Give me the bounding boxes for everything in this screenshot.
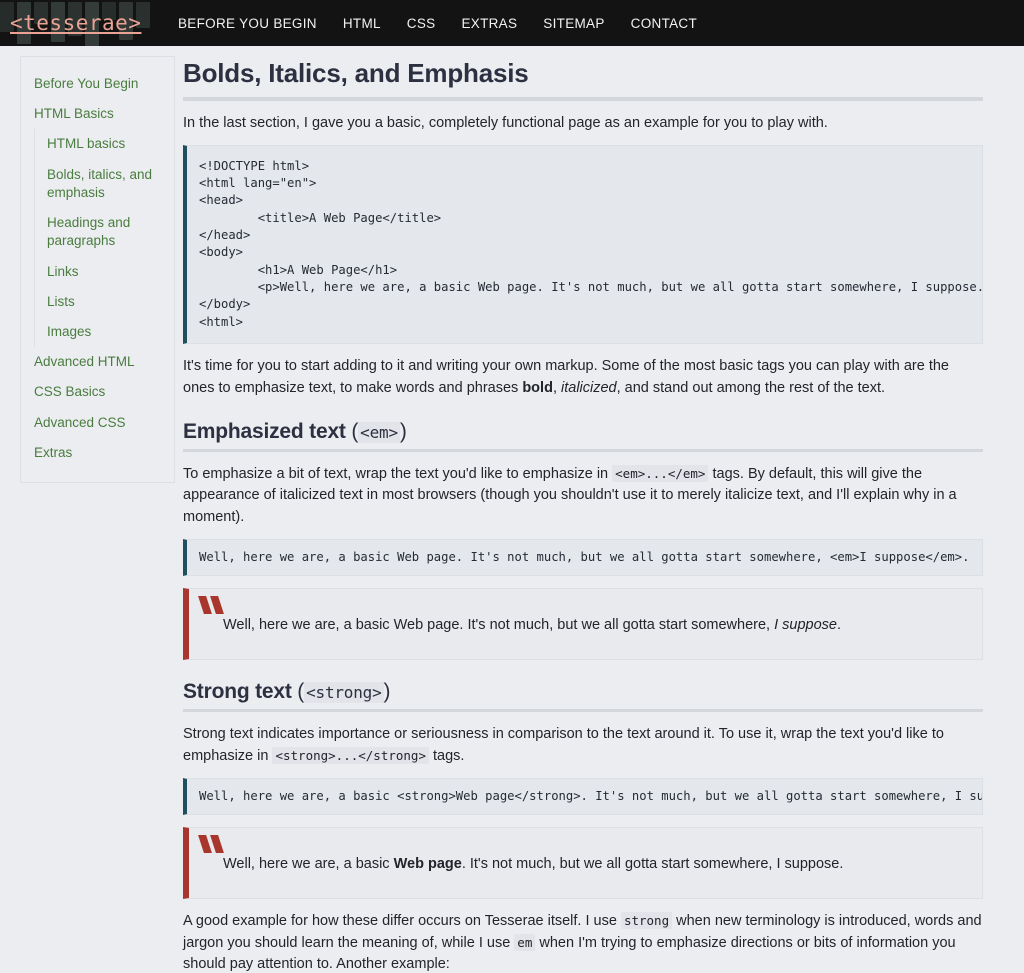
nav-item-contact[interactable]: CONTACT xyxy=(631,16,697,31)
blockquote-strong-rendered: Well, here we are, a basic Web page. It'… xyxy=(183,826,983,899)
paren-close: ) xyxy=(399,419,407,443)
text-segment: Well, here we are, a basic xyxy=(223,855,394,872)
text-italic: I suppose xyxy=(774,617,837,634)
main-content: Bolds, Italics, and Emphasis In the last… xyxy=(175,46,1003,973)
text-bold: bold xyxy=(522,379,553,396)
main-navigation: BEFORE YOU BEGIN HTML CSS EXTRAS SITEMAP… xyxy=(178,16,697,31)
blockquote-text: Well, here we are, a basic Web page. It'… xyxy=(223,615,968,637)
blockquote-em-rendered: Well, here we are, a basic Web page. It'… xyxy=(183,588,983,661)
text-segment: . xyxy=(836,617,842,634)
nav-item-sitemap[interactable]: SITEMAP xyxy=(543,16,604,31)
sidebar-subitem-bolds-italics[interactable]: Bolds, italics, and emphasis xyxy=(35,160,174,208)
sidebar-subitem-html-basics[interactable]: HTML basics xyxy=(35,129,174,159)
sidebar-subitem-links[interactable]: Links xyxy=(35,257,174,287)
sidebar-link-advanced-html[interactable]: Advanced HTML xyxy=(21,347,174,377)
sidebar-sublink-links[interactable]: Links xyxy=(35,257,174,287)
section-heading-label: Emphasized text xyxy=(183,419,346,443)
text-segment: tags. xyxy=(428,747,465,764)
page-body: Before You Begin HTML Basics HTML basics… xyxy=(0,46,1024,973)
paren-open: ( xyxy=(345,419,359,443)
sidebar-sublink-html-basics[interactable]: HTML basics xyxy=(35,129,174,159)
heading-inline-code-strong: <strong> xyxy=(304,682,384,704)
text-segment: To emphasize a bit of text, wrap the tex… xyxy=(183,465,613,482)
nav-item-before-you-begin[interactable]: BEFORE YOU BEGIN xyxy=(178,16,317,31)
sidebar-item-before-you-begin[interactable]: Before You Begin xyxy=(21,69,174,99)
paragraph-em-description: To emphasize a bit of text, wrap the tex… xyxy=(183,464,983,529)
paragraph-basic-tags: It's time for you to start adding to it … xyxy=(183,356,983,400)
section-heading-strong-text: Strong text (<strong>) xyxy=(183,680,983,713)
blockquote-text: Well, here we are, a basic Web page. It'… xyxy=(223,854,968,876)
section-heading-emphasized-text: Emphasized text (<em>) xyxy=(183,420,983,452)
inline-code-em-tags: <em>...</em> xyxy=(612,464,709,482)
sidebar-link-extras[interactable]: Extras xyxy=(21,438,174,468)
heading-inline-code-em: <em> xyxy=(358,421,400,443)
text-segment: , and stand out among the rest of the te… xyxy=(616,379,886,396)
sidebar-link-before-you-begin[interactable]: Before You Begin xyxy=(21,69,174,99)
sidebar: Before You Begin HTML Basics HTML basics… xyxy=(0,46,175,484)
sidebar-subitem-headings-paragraphs[interactable]: Headings and paragraphs xyxy=(35,208,174,256)
sidebar-nav-list: Before You Begin HTML Basics HTML basics… xyxy=(21,69,174,468)
sidebar-item-advanced-html[interactable]: Advanced HTML xyxy=(21,347,174,377)
text-segment: , xyxy=(552,379,561,396)
paren-close: ) xyxy=(383,680,391,704)
nav-item-html[interactable]: HTML xyxy=(343,16,381,31)
code-block-strong-example: Well, here we are, a basic <strong>Web p… xyxy=(183,777,983,815)
nav-item-css[interactable]: CSS xyxy=(407,16,436,31)
site-header: <tesserae> BEFORE YOU BEGIN HTML CSS EXT… xyxy=(0,0,1024,46)
sidebar-box: Before You Begin HTML Basics HTML basics… xyxy=(20,56,175,484)
code-block-full-page-example: <!DOCTYPE html> <html lang="en"> <head> … xyxy=(183,144,983,345)
sidebar-item-advanced-css[interactable]: Advanced CSS xyxy=(21,408,174,438)
site-logo[interactable]: <tesserae> xyxy=(0,11,172,35)
nav-item-extras[interactable]: EXTRAS xyxy=(461,16,517,31)
paragraph-strong-description: Strong text indicates importance or seri… xyxy=(183,724,983,768)
intro-paragraph: In the last section, I gave you a basic,… xyxy=(183,115,828,131)
inline-code-strong-tags: <strong>...</strong> xyxy=(272,746,429,764)
sidebar-sublink-lists[interactable]: Lists xyxy=(35,287,174,317)
sidebar-item-html-basics[interactable]: HTML Basics HTML basics Bolds, italics, … xyxy=(21,99,174,348)
sidebar-item-css-basics[interactable]: CSS Basics xyxy=(21,377,174,407)
code-block-em-example: Well, here we are, a basic Web page. It'… xyxy=(183,538,983,577)
inline-code-em: em xyxy=(514,933,536,951)
paren-open: ( xyxy=(291,680,305,704)
quote-mark-icon xyxy=(198,834,227,853)
sidebar-sublink-images[interactable]: Images xyxy=(35,317,174,347)
section-heading-label: Strong text xyxy=(183,680,292,704)
sidebar-link-css-basics[interactable]: CSS Basics xyxy=(21,377,174,407)
sidebar-sublink-bolds-italics[interactable]: Bolds, italics, and emphasis xyxy=(35,160,174,208)
text-segment: Well, here we are, a basic Web page. It'… xyxy=(223,617,775,634)
quote-mark-icon xyxy=(198,596,227,615)
sidebar-sublist-html-basics: HTML basics Bolds, italics, and emphasis… xyxy=(34,129,174,348)
text-segment: . It's not much, but we all gotta start … xyxy=(461,855,844,872)
sidebar-subitem-images[interactable]: Images xyxy=(35,317,174,347)
sidebar-subitem-lists[interactable]: Lists xyxy=(35,287,174,317)
sidebar-link-advanced-css[interactable]: Advanced CSS xyxy=(21,408,174,438)
paragraph-strong-vs-em: A good example for how these differ occu… xyxy=(183,911,983,973)
inline-code-strong: strong xyxy=(620,911,673,929)
text-italic: italicized xyxy=(561,379,617,396)
page-title: Bolds, Italics, and Emphasis xyxy=(183,58,983,101)
text-segment: A good example for how these differ occu… xyxy=(183,912,621,929)
sidebar-link-html-basics[interactable]: HTML Basics xyxy=(21,99,174,129)
sidebar-item-extras[interactable]: Extras xyxy=(21,438,174,468)
sidebar-sublink-headings-paragraphs[interactable]: Headings and paragraphs xyxy=(35,208,174,256)
text-bold: Web page xyxy=(393,855,462,872)
